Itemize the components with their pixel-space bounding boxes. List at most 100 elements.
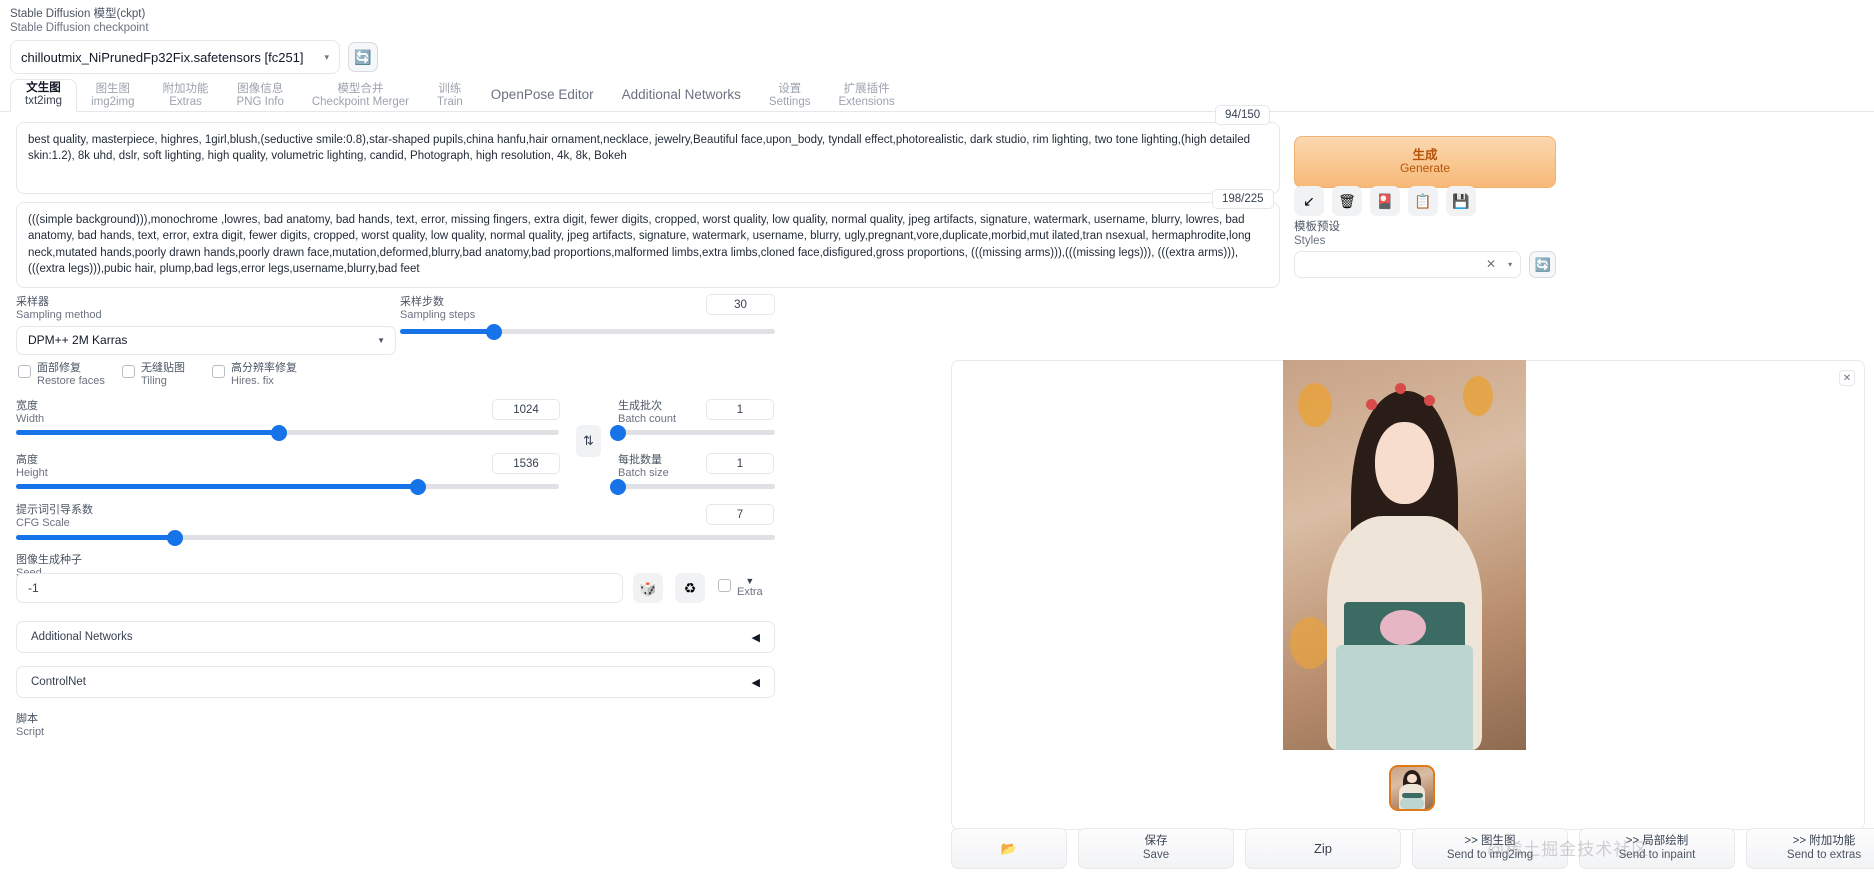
hires-fix-checkbox[interactable] — [212, 365, 225, 378]
collapse-arrow-icon: ◀ — [751, 631, 760, 644]
tab-label-en: OpenPose Editor — [490, 86, 594, 102]
generated-image-preview[interactable] — [1283, 360, 1526, 750]
send-to-img2img-button[interactable]: >> 图生图 Send to img2img — [1412, 828, 1568, 869]
checkpoint-value: chilloutmix_NiPrunedFp32Fix.safetensors … — [21, 49, 304, 65]
hires-fix-checkbox-row[interactable]: 高分辨率修复 Hires. fix — [212, 362, 297, 388]
checkpoint-section: Stable Diffusion 模型(ckpt) Stable Diffusi… — [10, 8, 410, 75]
tab-label-cn: 文生图 — [26, 82, 61, 95]
tab-txt2img[interactable]: 文生图 txt2img — [10, 79, 78, 112]
save-button[interactable]: 保存 Save — [1078, 828, 1234, 869]
extra-seed-checkbox[interactable] — [718, 579, 731, 592]
close-icon: ✕ — [1842, 372, 1852, 384]
slider-knob[interactable] — [409, 478, 426, 495]
batch-size-value[interactable]: 1 — [706, 453, 774, 474]
slider-knob[interactable] — [610, 424, 626, 441]
seed-input[interactable]: -1 — [16, 573, 623, 603]
width-value[interactable]: 1024 — [492, 399, 560, 420]
tiling-checkbox[interactable] — [122, 365, 135, 378]
tab-extensions[interactable]: 扩展插件 Extensions — [824, 81, 908, 112]
tab-train[interactable]: 训练 Train — [423, 81, 477, 112]
send-extras-label-en: Send to extras — [1786, 848, 1862, 861]
restore-faces-checkbox[interactable] — [18, 365, 31, 378]
tab-img2img[interactable]: 图生图 img2img — [77, 81, 148, 112]
tab-label-en: Additional Networks — [621, 86, 741, 102]
random-seed-button[interactable]: 🎲 — [633, 573, 663, 603]
slider-knob[interactable] — [167, 529, 184, 546]
styles-label-en: Styles — [1294, 234, 1326, 247]
send-inpaint-label-en: Send to inpaint — [1618, 848, 1696, 861]
tab-label-en: img2img — [91, 96, 135, 109]
batch-count-slider[interactable] — [610, 424, 775, 441]
styles-dropdown[interactable]: ✕ ▾ — [1294, 251, 1522, 279]
tiling-label-cn: 无缝贴图 — [141, 362, 185, 374]
checkpoint-select[interactable]: chilloutmix_NiPrunedFp32Fix.safetensors … — [10, 40, 340, 75]
generate-label-en: Generate — [1399, 161, 1451, 176]
generate-button[interactable]: 生成 Generate — [1294, 136, 1556, 188]
tab-label-en: PNG Info — [236, 96, 284, 109]
positive-prompt-textarea[interactable]: best quality, masterpiece, highres, 1gir… — [16, 122, 1280, 194]
close-result-button[interactable]: ✕ — [1839, 370, 1855, 386]
cfg-scale-label-en: CFG Scale — [16, 516, 70, 529]
clear-prompt-button[interactable]: 🗑 — [1332, 186, 1362, 216]
batch-size-label-cn: 每批数量 — [618, 454, 662, 466]
slider-fill — [16, 430, 280, 435]
sampling-method-value: DPM++ 2M Karras — [28, 333, 128, 347]
restore-faces-checkbox-row[interactable]: 面部修复 Restore faces — [18, 362, 105, 388]
tab-openpose-editor[interactable]: OpenPose Editor — [477, 78, 608, 112]
tab-additional-networks[interactable]: Additional Networks — [608, 78, 755, 112]
width-slider[interactable] — [16, 424, 559, 441]
tab-checkpoint-merger[interactable]: 模型合并 Checkpoint Merger — [298, 81, 423, 112]
send-img2img-label-cn: >> 图生图 — [1464, 835, 1516, 848]
send-to-inpaint-button[interactable]: >> 局部绘制 Send to inpaint — [1579, 828, 1735, 869]
controlnet-label: ControlNet — [31, 676, 86, 688]
tab-label-en: Settings — [768, 96, 811, 109]
send-extras-label-cn: >> 附加功能 — [1792, 835, 1856, 848]
seed-label-cn: 图像生成种子 — [16, 554, 82, 566]
tab-label-cn: 模型合并 — [337, 83, 384, 96]
height-label-en: Height — [16, 466, 48, 479]
clear-icon[interactable]: ✕ — [1486, 257, 1496, 271]
chevron-down-icon: ▼ — [745, 576, 755, 586]
swap-dimensions-button[interactable]: ⇅ — [576, 425, 601, 457]
send-inpaint-label-cn: >> 局部绘制 — [1625, 835, 1689, 848]
cfg-scale-value[interactable]: 7 — [706, 504, 774, 525]
tiling-checkbox-row[interactable]: 无缝贴图 Tiling — [122, 362, 185, 388]
additional-networks-accordion[interactable]: Additional Networks ◀ — [16, 621, 775, 653]
save-label-cn: 保存 — [1144, 835, 1168, 848]
height-slider[interactable] — [16, 478, 559, 495]
negative-prompt-textarea[interactable]: (((simple background))),monochrome ,lowr… — [16, 202, 1280, 288]
batch-count-value[interactable]: 1 — [706, 399, 774, 420]
batch-size-label: 每批数量 Batch size — [618, 454, 669, 480]
sampling-method-select[interactable]: DPM++ 2M Karras ▼ — [16, 325, 396, 355]
zip-button[interactable]: Zip — [1245, 828, 1401, 869]
show-extra-networks-button[interactable]: 🎴 — [1370, 186, 1400, 216]
slider-knob[interactable] — [485, 323, 502, 340]
send-to-extras-button[interactable]: >> 附加功能 Send to extras — [1746, 828, 1874, 869]
tab-label-en: Extensions — [838, 96, 895, 109]
save-style-button[interactable]: 💾 — [1446, 186, 1476, 216]
cfg-scale-slider[interactable] — [16, 529, 775, 546]
refresh-checkpoint-button[interactable]: 🔄 — [348, 42, 378, 73]
read-generation-params-button[interactable]: ↙ — [1294, 186, 1324, 216]
gallery-thumbnail[interactable] — [1389, 765, 1435, 811]
width-label: 宽度 Width — [16, 400, 44, 426]
batch-size-slider[interactable] — [610, 478, 775, 495]
controlnet-accordion[interactable]: ControlNet ◀ — [16, 666, 775, 698]
refresh-styles-button[interactable]: 🔄 — [1529, 251, 1556, 279]
batch-count-label: 生成批次 Batch count — [618, 400, 676, 426]
tab-extras[interactable]: 附加功能 Extras — [149, 81, 223, 112]
tab-settings[interactable]: 设置 Settings — [755, 81, 825, 112]
slider-knob[interactable] — [610, 478, 626, 495]
prompt-tool-row: ↙ 🗑 🎴 📋 💾 — [1294, 186, 1476, 216]
height-value[interactable]: 1536 — [492, 453, 560, 474]
extra-seed-checkbox-row[interactable]: ▼ Extra — [718, 576, 763, 599]
tab-label-en: Checkpoint Merger — [311, 96, 410, 109]
apply-style-button[interactable]: 📋 — [1408, 186, 1438, 216]
open-folder-button[interactable]: 📂 — [951, 828, 1067, 869]
negative-token-counter: 198/225 — [1212, 189, 1274, 209]
sampling-steps-value[interactable]: 30 — [706, 294, 775, 315]
sampling-steps-slider[interactable] — [400, 323, 775, 340]
reuse-seed-button[interactable]: ♻ — [675, 573, 705, 603]
tab-png-info[interactable]: 图像信息 PNG Info — [223, 81, 298, 112]
slider-knob[interactable] — [271, 424, 288, 441]
